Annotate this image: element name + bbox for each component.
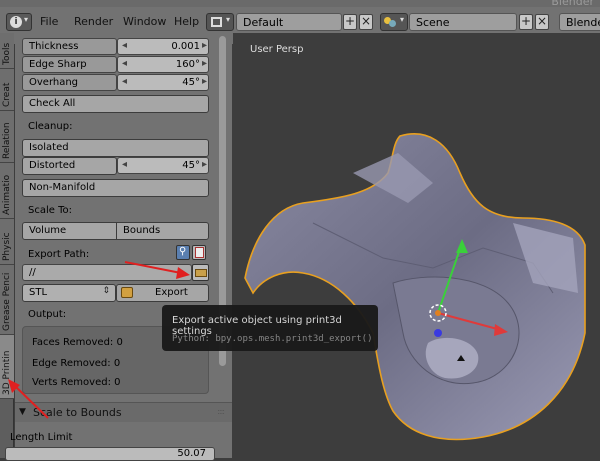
link-icon-button[interactable]: ⚲ (176, 245, 190, 260)
export-icon (121, 287, 133, 298)
add-layout-button[interactable]: + (343, 14, 357, 30)
isolated-button[interactable]: Isolated (22, 139, 209, 157)
overhang-label: Overhang (29, 77, 79, 88)
drag-handle-icon[interactable]: :::: (217, 407, 225, 416)
thickness-label: Thickness (29, 41, 79, 52)
decrement-icon[interactable]: ◂ (122, 159, 127, 170)
scale-to-volume-button[interactable]: Volume (22, 222, 117, 240)
export-label: Export (155, 287, 188, 298)
layout-selector-button[interactable]: ▾ (206, 13, 234, 31)
tab-create[interactable]: Creat (0, 69, 14, 111)
tab-animation[interactable]: Animatio (0, 163, 14, 219)
tooltip-python: Python: bpy.ops.mesh.print3d_export() (172, 334, 373, 344)
tab-tools[interactable]: Tools (0, 33, 14, 69)
folder-browse-button[interactable] (192, 264, 209, 281)
increment-icon[interactable]: ▸ (202, 76, 207, 87)
thickness-label-box: Thickness (22, 38, 117, 55)
chevron-down-icon: ▾ (400, 15, 405, 24)
menu-window[interactable]: Window (123, 15, 166, 28)
wrench-icon: ⚲ (179, 246, 187, 257)
export-button[interactable]: Export (116, 284, 209, 302)
edge-removed-text: Edge Removed: 0 (32, 358, 121, 369)
scene-icon-2 (389, 20, 396, 27)
decrement-icon[interactable]: ◂ (122, 58, 127, 69)
menu-file[interactable]: File (40, 15, 58, 28)
non-manifold-button[interactable]: Non-Manifold (22, 179, 209, 197)
remove-scene-button[interactable]: × (535, 14, 549, 30)
output-label: Output: (28, 309, 67, 320)
check-all-button[interactable]: Check All (22, 95, 209, 113)
scene-selector-button[interactable]: ▾ (380, 13, 408, 31)
increment-icon[interactable]: ▸ (202, 159, 207, 170)
info-icon: i (10, 16, 22, 28)
add-scene-button[interactable]: + (519, 14, 533, 30)
folder-icon (195, 269, 207, 277)
window-titlebar (0, 0, 600, 7)
distorted-button[interactable]: Distorted (22, 157, 117, 175)
scale-to-bounds-header[interactable]: ▼ Scale to Bounds :::: (15, 402, 232, 422)
screen-layout-icon (211, 17, 222, 27)
tab-grease-pencil[interactable]: Grease Penci (0, 265, 14, 335)
layout-name-field[interactable]: Default (236, 13, 342, 31)
overhang-field[interactable]: ◂ 45° ▸ (117, 74, 209, 91)
scale-to-bounds-button[interactable]: Bounds (116, 222, 209, 240)
overhang-label-box: Overhang (22, 74, 117, 91)
remove-layout-button[interactable]: × (359, 14, 373, 30)
menu-help[interactable]: Help (174, 15, 199, 28)
export-tooltip: Export active object using print3d setti… (162, 305, 378, 351)
format-label: STL (29, 287, 48, 298)
document-icon (195, 247, 204, 258)
distorted-angle-field[interactable]: ◂ 45° ▸ (117, 157, 209, 174)
thickness-field[interactable]: ◂ 0.001 ▸ (117, 38, 209, 55)
decrement-icon[interactable]: ◂ (122, 40, 127, 51)
format-dropdown[interactable]: STL ⇕ (22, 284, 116, 302)
tab-relations[interactable]: Relation (0, 111, 14, 163)
render-engine-dropdown[interactable]: Blender (559, 13, 600, 31)
info-editor-button[interactable]: i ▾ (6, 13, 32, 31)
faces-removed-text: Faces Removed: 0 (32, 337, 123, 348)
edge-sharp-field[interactable]: ◂ 160° ▸ (117, 56, 209, 73)
app-title: Blender (551, 0, 594, 8)
tab-3d-printing[interactable]: 3D Printin (0, 335, 14, 399)
cleanup-label: Cleanup: (28, 121, 73, 132)
viewport-mode-label: User Persp (250, 44, 304, 55)
edge-sharp-label-box: Edge Sharp (22, 56, 117, 73)
increment-icon[interactable]: ▸ (202, 40, 207, 51)
3d-viewport[interactable] (233, 33, 600, 458)
expand-triangle-icon: ▼ (19, 407, 26, 417)
open-file-button[interactable] (192, 245, 206, 260)
chevron-updown-icon: ⇕ (102, 286, 110, 296)
chevron-down-icon: ▾ (24, 15, 29, 24)
length-limit-field[interactable]: 50.07 (5, 447, 215, 461)
export-path-field[interactable]: // (22, 264, 192, 281)
tab-physics[interactable]: Physic (0, 219, 14, 265)
chevron-down-icon: ▾ (226, 15, 231, 24)
decrement-icon[interactable]: ◂ (122, 76, 127, 87)
export-path-label: Export Path: (28, 249, 90, 260)
mesh-object[interactable] (233, 33, 600, 458)
edge-sharp-label: Edge Sharp (29, 59, 87, 70)
menu-render[interactable]: Render (74, 15, 113, 28)
scene-name-field[interactable]: Scene (409, 13, 517, 31)
length-limit-label: Length Limit (10, 432, 73, 443)
increment-icon[interactable]: ▸ (202, 58, 207, 69)
scale-to-label: Scale To: (28, 205, 72, 216)
verts-removed-text: Verts Removed: 0 (32, 377, 121, 388)
scale-to-bounds-title: Scale to Bounds (33, 406, 122, 419)
